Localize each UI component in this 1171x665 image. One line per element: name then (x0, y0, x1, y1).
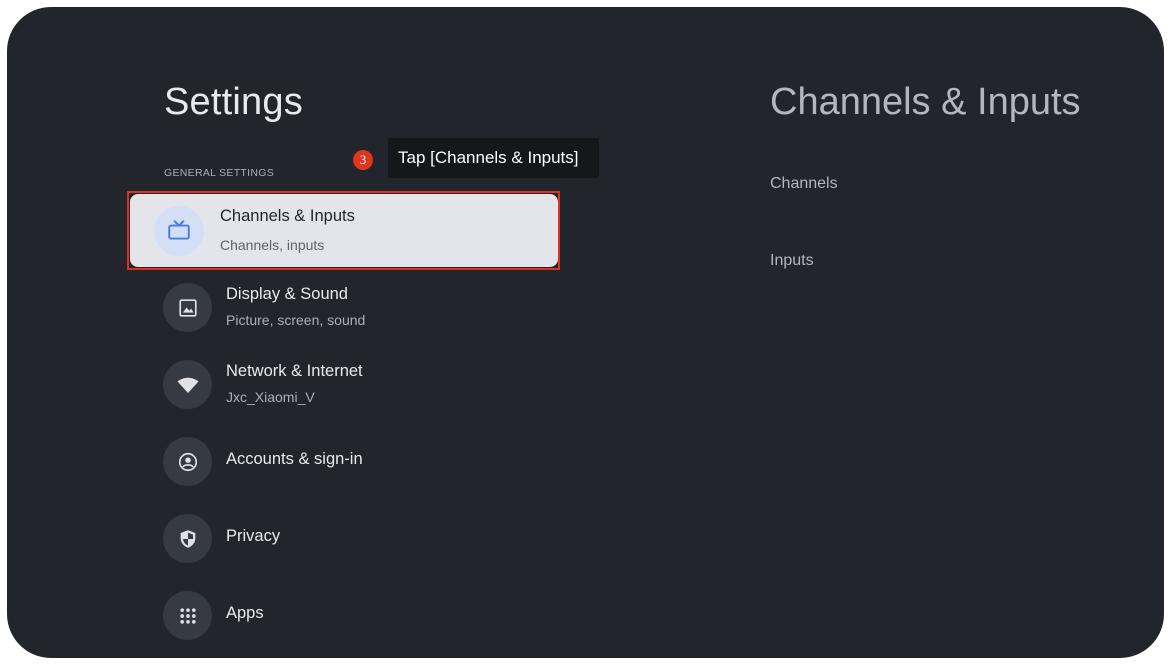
shield-icon (163, 514, 212, 563)
menu-item-label: Display & Sound (226, 285, 348, 303)
menu-item-display-sound[interactable]: Display & Sound Picture, screen, sound (163, 283, 563, 333)
detail-item-inputs[interactable]: Inputs (770, 252, 814, 270)
section-label-general-settings: GENERAL SETTINGS (164, 167, 275, 179)
apps-grid-icon (163, 591, 212, 640)
detail-item-channels[interactable]: Channels (770, 175, 838, 193)
menu-item-privacy[interactable]: Privacy (163, 514, 563, 564)
menu-item-accounts-sign-in[interactable]: Accounts & sign-in (163, 437, 563, 487)
step-badge: 3 (353, 150, 373, 170)
image-icon (163, 283, 212, 332)
tutorial-callout: 3 Tap [Channels & Inputs] (353, 138, 599, 178)
account-icon (163, 437, 212, 486)
wifi-icon (163, 360, 212, 409)
tv-settings-screen: Settings GENERAL SETTINGS Channels & Inp… (7, 7, 1164, 658)
menu-item-label: Channels & Inputs (220, 207, 355, 225)
menu-item-sublabel: Picture, screen, sound (226, 312, 366, 328)
menu-item-apps[interactable]: Apps (163, 591, 563, 641)
menu-item-sublabel: Channels, inputs (220, 237, 325, 253)
tv-icon (154, 206, 204, 256)
menu-item-network-internet[interactable]: Network & Internet Jxc_Xiaomi_V (163, 360, 563, 410)
page-title: Settings (164, 81, 303, 123)
menu-item-sublabel: Jxc_Xiaomi_V (226, 389, 315, 405)
menu-item-label: Network & Internet (226, 362, 363, 380)
detail-panel-title: Channels & Inputs (770, 81, 1081, 123)
callout-text: Tap [Channels & Inputs] (388, 138, 599, 178)
menu-item-label: Apps (226, 604, 264, 622)
menu-item-label: Accounts & sign-in (226, 450, 363, 468)
menu-item-label: Privacy (226, 527, 281, 545)
menu-item-channels-inputs[interactable]: Channels & Inputs Channels, inputs (130, 194, 558, 267)
